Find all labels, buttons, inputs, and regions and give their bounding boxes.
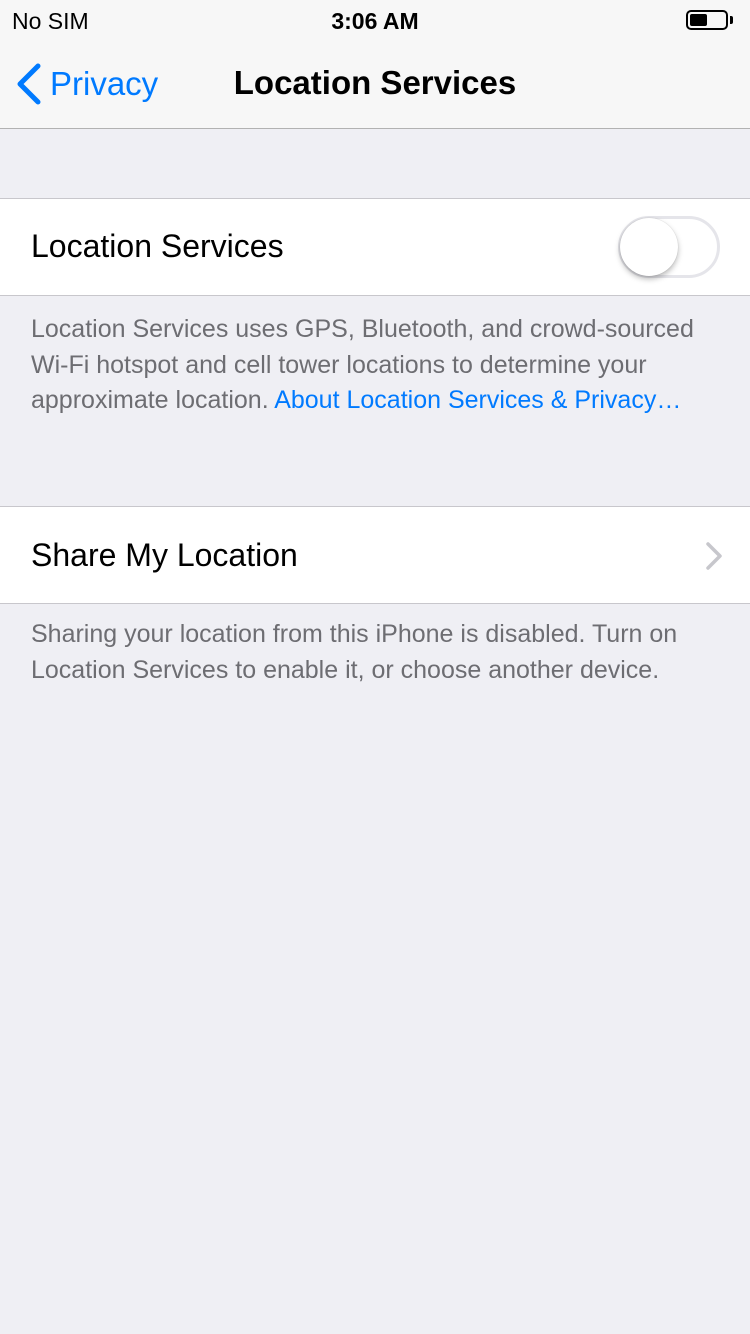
location-services-footer: Location Services uses GPS, Bluetooth, a… xyxy=(31,312,711,419)
navigation-bar: Privacy Location Services xyxy=(0,40,750,129)
status-time: 3:06 AM xyxy=(331,8,419,34)
battery-cap xyxy=(730,16,733,24)
location-services-label: Location Services xyxy=(31,228,284,264)
toggle-knob xyxy=(620,218,678,276)
location-services-toggle[interactable] xyxy=(618,216,720,278)
share-my-location-footer: Sharing your location from this iPhone i… xyxy=(31,620,678,684)
battery-level xyxy=(690,14,707,26)
battery-icon xyxy=(686,10,728,30)
location-services-row: Location Services xyxy=(0,198,750,296)
status-bar: No SIM 3:06 AM xyxy=(0,0,750,40)
page-title: Location Services xyxy=(233,64,517,101)
about-location-privacy-link[interactable]: About Location Services & Privacy… xyxy=(274,386,681,414)
share-my-location-label: Share My Location xyxy=(31,537,298,573)
share-my-location-row[interactable]: Share My Location xyxy=(0,506,750,604)
chevron-right-icon xyxy=(706,542,722,570)
